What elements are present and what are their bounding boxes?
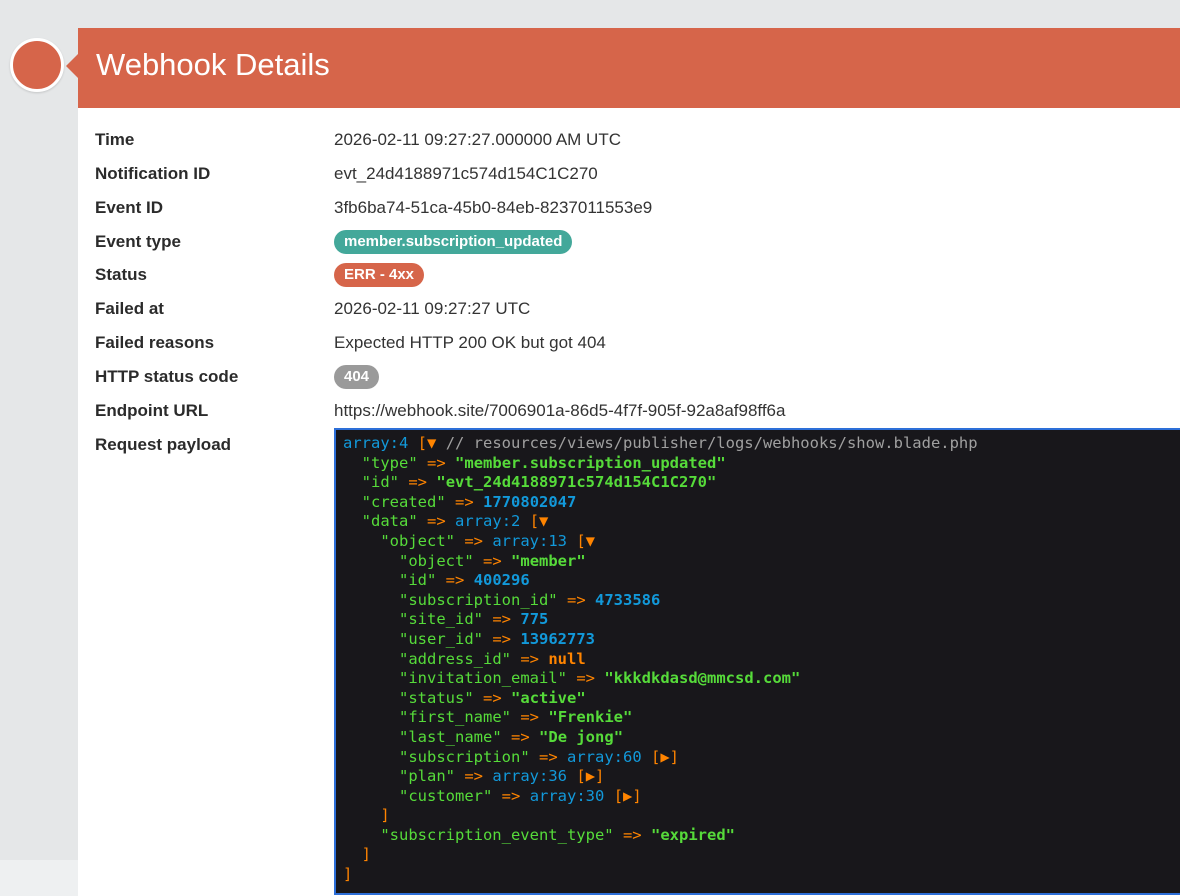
dump-line-site-id: "site_id" => 775 [399,610,549,629]
dump-line-close-root: ] [343,865,353,884]
dump-line-close-object: ] [380,806,390,825]
detail-row-http-status: HTTP status code 404 [78,363,1180,393]
event-type-label: Event type [95,232,181,251]
dump-line-header: array:4 [▼ // resources/views/publisher/… [343,434,978,452]
sidebar-strip [0,860,78,896]
request-payload-label: Request payload [95,435,232,454]
dump-line-status: "status" => "active" [399,688,586,707]
detail-row-time: Time 2026-02-11 09:27:27.000000 AM UTC [78,126,1180,156]
status-badge: ERR - 4xx [334,263,425,287]
dump-line-data: "data" => array:2 [▼ [361,512,549,531]
dump-line-plan: "plan" => array:36 [▶] [399,767,605,786]
endpoint-url-label: Endpoint URL [95,401,209,420]
detail-row-failed-at: Failed at 2026-02-11 09:27:27 UTC [78,295,1180,325]
event-id-value: 3fb6ba74-51ca-45b0-84eb-8237011553e9 [334,198,653,217]
detail-row-event-id: Event ID 3fb6ba74-51ca-45b0-84eb-8237011… [78,194,1180,224]
detail-row-notification-id: Notification ID evt_24d4188971c574d154C1… [78,160,1180,190]
dump-line-type: "type" => "member.subscription_updated" [361,453,726,472]
detail-row-event-type: Event type member.subscription_updated [78,228,1180,258]
webhook-details-panel: Webhook Details Time 2026-02-11 09:27:27… [66,28,1180,896]
detail-row-failed-reasons: Failed reasons Expected HTTP 200 OK but … [78,329,1180,359]
failed-reasons-value: Expected HTTP 200 OK but got 404 [334,333,606,352]
detail-row-endpoint-url: Endpoint URL https://webhook.site/700690… [78,397,1180,427]
event-id-label: Event ID [95,198,164,217]
header-pointer [66,54,78,78]
dump-line-invitation-email: "invitation_email" => "kkkdkdasd@mmcsd.c… [399,669,801,688]
collapse-toggle[interactable]: [▼ [530,512,549,530]
event-type-badge: member.subscription_updated [334,230,573,254]
http-status-label: HTTP status code [95,367,239,386]
notification-id-label: Notification ID [95,164,211,183]
expand-toggle[interactable]: [▶] [576,767,604,785]
expand-toggle[interactable]: [▶] [614,787,642,805]
dump-line-last-name: "last_name" => "De jong" [399,727,624,746]
dump-line-object: "object" => array:13 [▼ [380,531,596,550]
dump-line-customer: "customer" => array:30 [▶] [399,786,642,805]
failed-at-value: 2026-02-11 09:27:27 UTC [334,299,531,318]
detail-row-status: Status ERR - 4xx [78,261,1180,291]
dump-line-object-id: "id" => 400296 [399,571,530,590]
dump-line-subscription-event-type: "subscription_event_type" => "expired" [380,825,735,844]
notification-id-value: evt_24d4188971c574d154C1C270 [334,164,598,183]
dump-line-first-name: "first_name" => "Frenkie" [399,708,633,727]
dump-line-subscription-id: "subscription_id" => 4733586 [399,590,661,609]
dump-line-address-id: "address_id" => null [399,649,586,668]
dump-line-id: "id" => "evt_24d4188971c574d154C1C270" [361,473,717,492]
dump-line-created: "created" => 1770802047 [361,492,577,511]
http-status-badge: 404 [334,365,380,389]
page-title: Webhook Details [96,47,330,82]
dump-line-object-object: "object" => "member" [399,551,586,570]
collapse-toggle[interactable]: [▼ [576,532,595,550]
panel-header: Webhook Details [66,28,1180,108]
timeline-marker [10,38,64,92]
dump-line-subscription: "subscription" => array:60 [▶] [399,747,680,766]
time-value: 2026-02-11 09:27:27.000000 AM UTC [334,130,621,149]
dump-line-close-data: ] [361,845,372,864]
expand-toggle[interactable]: [▶] [651,748,679,766]
failed-at-label: Failed at [95,299,164,318]
dump-line-user-id: "user_id" => 13962773 [399,629,596,648]
status-label: Status [95,265,147,284]
failed-reasons-label: Failed reasons [95,333,215,352]
collapse-toggle[interactable]: [▼ [418,434,437,452]
time-label: Time [95,130,135,149]
payload-dump: array:4 [▼ // resources/views/publisher/… [334,428,1180,895]
endpoint-url-value: https://webhook.site/7006901a-86d5-4f7f-… [334,401,786,420]
